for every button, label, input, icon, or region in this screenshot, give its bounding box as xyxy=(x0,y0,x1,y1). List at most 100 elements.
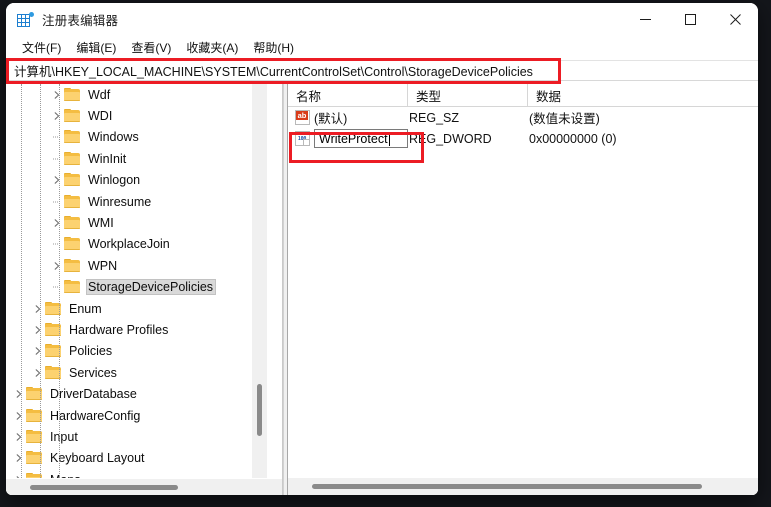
tree-item-label: HardwareConfig xyxy=(50,408,141,423)
chevron-right-icon[interactable] xyxy=(50,170,64,191)
table-row[interactable]: 011 100 WriteProtect REG_DWORD 0x00000000… xyxy=(288,128,758,149)
chevron-right-icon[interactable] xyxy=(12,426,26,447)
tree-item-wininit[interactable]: WinInit xyxy=(6,148,268,169)
tree-item-services[interactable]: Services xyxy=(6,362,268,383)
chevron-right-icon[interactable] xyxy=(31,362,45,383)
value-name-edit-input[interactable]: WriteProtect xyxy=(314,129,408,148)
tree-guide-line xyxy=(40,84,41,478)
tree-item-label: Enum xyxy=(69,301,102,316)
tree-item-label: Services xyxy=(69,365,117,380)
minimize-button[interactable] xyxy=(623,3,668,36)
tree-item-label: WinInit xyxy=(88,151,127,166)
tree-item-hardwareconfig[interactable]: HardwareConfig xyxy=(6,405,268,426)
registry-grid-icon xyxy=(17,11,34,28)
chevron-right-icon[interactable] xyxy=(31,319,45,340)
tree-item-policies[interactable]: Policies xyxy=(6,341,268,362)
window-controls xyxy=(623,3,758,36)
tree-item-hardware-profiles[interactable]: Hardware Profiles xyxy=(6,319,268,340)
value-type-cell: REG_DWORD xyxy=(409,131,492,146)
tree-guide-icon xyxy=(50,127,64,148)
dword-value-icon: 011 100 xyxy=(295,131,310,146)
tree-guide-icon xyxy=(50,234,64,255)
string-value-icon: ab xyxy=(295,110,310,125)
tree-item-driverdatabase[interactable]: DriverDatabase xyxy=(6,383,268,404)
registry-tree[interactable]: Wdf WDI Windows WinInit Winlogon Winresume WMI… xyxy=(6,84,268,478)
tree-item-label: Hardware Profiles xyxy=(69,322,169,337)
tree-item-label: Winlogon xyxy=(88,173,141,188)
chevron-right-icon[interactable] xyxy=(50,84,64,105)
folder-icon xyxy=(64,173,81,187)
tree-item-label: WDI xyxy=(88,109,113,124)
tree-guide-line xyxy=(21,84,22,478)
tree-item-wdi[interactable]: WDI xyxy=(6,105,268,126)
menu-view[interactable]: 查看(V) xyxy=(124,37,179,58)
menu-bar: 文件(F) 编辑(E) 查看(V) 收藏夹(A) 帮助(H) xyxy=(6,36,758,58)
close-button[interactable] xyxy=(713,3,758,36)
address-bar[interactable]: 计算机\HKEY_LOCAL_MACHINE\SYSTEM\CurrentCon… xyxy=(6,60,758,81)
tree-item-storagedevicepolicies[interactable]: StorageDevicePolicies xyxy=(6,277,268,298)
tree-item-label: Keyboard Layout xyxy=(50,451,145,466)
chevron-right-icon[interactable] xyxy=(12,469,26,478)
value-data-cell: 0x00000000 (0) xyxy=(529,131,617,146)
folder-icon xyxy=(64,237,81,251)
value-data-cell: (数值未设置) xyxy=(529,112,600,126)
tree-item-enum[interactable]: Enum xyxy=(6,298,268,319)
address-path: 计算机\HKEY_LOCAL_MACHINE\SYSTEM\CurrentCon… xyxy=(14,65,533,79)
content-area: Wdf WDI Windows WinInit Winlogon Winresume WMI… xyxy=(6,84,758,495)
tree-item-label: Windows xyxy=(88,130,139,145)
chevron-right-icon[interactable] xyxy=(12,405,26,426)
chevron-right-icon[interactable] xyxy=(50,255,64,276)
chevron-right-icon[interactable] xyxy=(12,448,26,469)
menu-help[interactable]: 帮助(H) xyxy=(246,37,302,58)
list-horizontal-scrollbar[interactable] xyxy=(288,478,758,495)
chevron-right-icon[interactable] xyxy=(31,341,45,362)
address-bar-area: 计算机\HKEY_LOCAL_MACHINE\SYSTEM\CurrentCon… xyxy=(6,58,758,84)
tree-vertical-scrollbar[interactable] xyxy=(252,84,267,478)
menu-edit[interactable]: 编辑(E) xyxy=(69,37,124,58)
column-header-name[interactable]: 名称 xyxy=(288,84,408,107)
column-header-type[interactable]: 类型 xyxy=(408,84,528,107)
tree-vertical-scroll-thumb[interactable] xyxy=(257,384,262,436)
tree-item-wpn[interactable]: WPN xyxy=(6,255,268,276)
menu-file[interactable]: 文件(F) xyxy=(15,37,69,58)
chevron-right-icon[interactable] xyxy=(50,106,64,127)
tree-item-label: WMI xyxy=(88,216,114,231)
value-name-cell[interactable]: 011 100 WriteProtect xyxy=(288,129,408,148)
tree-item-winlogon[interactable]: Winlogon xyxy=(6,170,268,191)
tree-item-label: WorkplaceJoin xyxy=(88,237,170,252)
chevron-right-icon[interactable] xyxy=(50,213,64,234)
folder-icon xyxy=(64,280,81,294)
chevron-right-icon[interactable] xyxy=(12,384,26,405)
value-name-text: (默认) xyxy=(314,112,348,126)
tree-item-wmi[interactable]: WMI xyxy=(6,212,268,233)
tree-item-label: Policies xyxy=(69,344,113,359)
menu-favorites[interactable]: 收藏夹(A) xyxy=(179,37,246,58)
values-list-rows: ab (默认) REG_SZ (数值未设置) 011 100 WriteProte… xyxy=(288,107,758,163)
folder-icon xyxy=(64,130,81,144)
values-list-pane: 名称 类型 数据 ab (默认) REG_SZ (数值未设置) 011 100 … xyxy=(288,84,758,495)
maximize-button[interactable] xyxy=(668,3,713,36)
tree-item-wdf[interactable]: Wdf xyxy=(6,84,268,105)
folder-icon xyxy=(64,109,81,123)
tree-item-workplacejoin[interactable]: WorkplaceJoin xyxy=(6,234,268,255)
tree-item-label: Wdf xyxy=(88,87,111,102)
column-header-data[interactable]: 数据 xyxy=(528,84,750,107)
tree-item-maps[interactable]: Maps xyxy=(6,469,268,478)
table-row[interactable]: ab (默认) REG_SZ (数值未设置) xyxy=(288,107,758,128)
tree-horizontal-scrollbar[interactable] xyxy=(6,478,282,495)
folder-icon xyxy=(64,216,81,230)
tree-item-winresume[interactable]: Winresume xyxy=(6,191,268,212)
values-list-header: 名称 类型 数据 xyxy=(288,84,758,107)
folder-icon xyxy=(64,258,81,273)
chevron-right-icon[interactable] xyxy=(31,298,45,319)
tree-item-keyboard-layout[interactable]: Keyboard Layout xyxy=(6,448,268,469)
value-name-cell[interactable]: ab (默认) xyxy=(288,108,408,127)
tree-item-label: StorageDevicePolicies xyxy=(86,279,217,296)
tree-item-input[interactable]: Input xyxy=(6,426,268,447)
tree-item-windows[interactable]: Windows xyxy=(6,127,268,148)
list-horizontal-scroll-thumb[interactable] xyxy=(312,484,702,489)
tree-item-label: DriverDatabase xyxy=(50,387,137,402)
value-name-edit-text: WriteProtect xyxy=(319,131,388,146)
tree-horizontal-scroll-thumb[interactable] xyxy=(30,485,178,490)
text-caret xyxy=(388,131,390,146)
